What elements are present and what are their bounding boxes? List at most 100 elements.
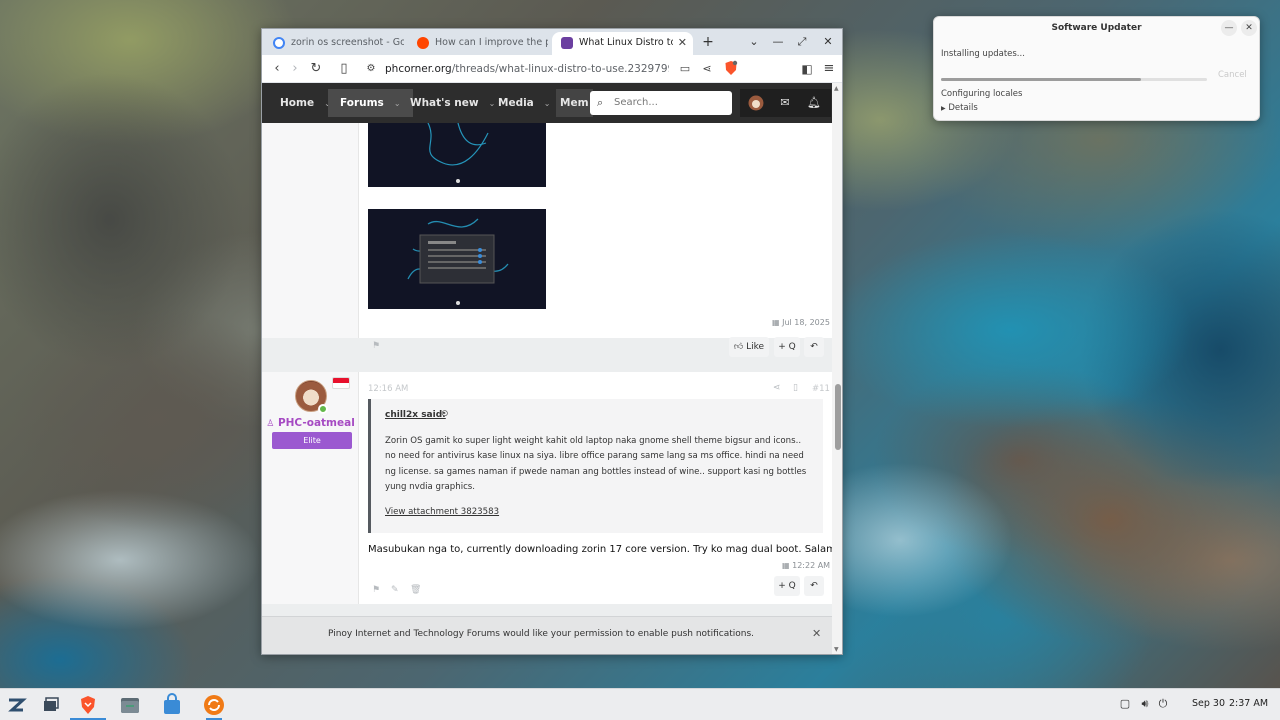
- post-number[interactable]: #11: [812, 384, 830, 394]
- report-flag-icon[interactable]: ⚑: [372, 341, 380, 351]
- calendar-icon: ▦: [782, 561, 793, 570]
- close-tab-icon[interactable]: ✕: [678, 32, 687, 54]
- quote-attachment-link[interactable]: View attachment 3823583: [385, 507, 499, 517]
- search-placeholder: Search...: [614, 97, 658, 108]
- files-icon[interactable]: [118, 693, 142, 717]
- site-settings-icon[interactable]: ⚙: [362, 60, 380, 78]
- attachment-thumbnail[interactable]: [368, 209, 546, 309]
- user-icon: ♙: [266, 419, 275, 429]
- post-username[interactable]: ♙ PHC-oatmeal: [262, 417, 359, 429]
- power-icon[interactable]: ⏻: [1156, 697, 1170, 711]
- post-oatmeal: ♙ PHC-oatmeal Elite 12:16 AM ⋖ ▯ #11 chi…: [262, 372, 832, 604]
- scroll-thumb[interactable]: [835, 384, 841, 450]
- reply-button[interactable]: ↶: [804, 337, 824, 357]
- reply-arrow-icon: ↶: [810, 342, 818, 352]
- share-icon[interactable]: ⋖: [698, 60, 716, 78]
- reply-arrow-icon: ↶: [810, 581, 818, 591]
- quote-button[interactable]: + Q: [774, 337, 800, 357]
- address-bar[interactable]: phcorner.org/threads/what-linux-distro-t…: [385, 61, 669, 77]
- quote-block: chill2x said: ⊙ Zorin OS gamit ko super …: [368, 399, 823, 533]
- tab-reddit[interactable]: How can I improve the perf: [408, 32, 548, 55]
- minimize-icon[interactable]: —: [770, 34, 786, 50]
- reload-icon[interactable]: ↻: [307, 60, 325, 78]
- bookmark-icon[interactable]: ▯: [335, 60, 353, 78]
- chevron-right-icon: ▶: [941, 105, 946, 112]
- cast-icon[interactable]: ▭: [676, 60, 694, 78]
- tab-google-search[interactable]: zorin os screenshot - Goog: [264, 32, 404, 55]
- avatar[interactable]: [742, 89, 770, 117]
- tab-phcorner-active[interactable]: What Linux Distro to use ✕: [552, 32, 693, 55]
- minimize-icon[interactable]: —: [1221, 20, 1237, 36]
- forward-icon[interactable]: ›: [286, 60, 304, 78]
- browser-window: zorin os screenshot - Goog How can I imp…: [261, 28, 843, 655]
- report-flag-icon[interactable]: ⚑: [372, 585, 380, 595]
- sidebar-toggle-icon[interactable]: ◧: [798, 60, 816, 78]
- quote-author[interactable]: chill2x said:: [385, 410, 446, 420]
- page-scrollbar[interactable]: ▲ ▼: [832, 83, 842, 654]
- workspaces-icon[interactable]: [38, 693, 62, 717]
- tab-label: zorin os screenshot - Goog: [291, 37, 404, 48]
- brave-browser-icon[interactable]: [76, 693, 100, 717]
- close-icon[interactable]: ✕: [812, 627, 821, 640]
- window-icon[interactable]: ▢: [1118, 697, 1132, 710]
- url-host: phcorner.org: [385, 63, 452, 75]
- chevron-down-icon[interactable]: ⌄: [544, 99, 551, 108]
- attachment-thumbnail[interactable]: [368, 123, 546, 187]
- edited-time-text: 12:22 AM: [792, 561, 831, 570]
- browser-toolbar: ‹ › ↻ ▯ ⚙ phcorner.org/threads/what-linu…: [262, 55, 842, 83]
- volume-icon[interactable]: 🔊︎: [1138, 697, 1152, 711]
- close-window-icon[interactable]: ✕: [820, 34, 836, 50]
- reply-button[interactable]: ↶: [804, 576, 824, 596]
- url-path: /threads/what-linux-distro-to-use.232979…: [451, 63, 669, 75]
- cancel-button[interactable]: Cancel: [1218, 70, 1247, 80]
- push-notification-banner: Pinoy Internet and Technology Forums wou…: [262, 616, 836, 654]
- notification-text: Pinoy Internet and Technology Forums wou…: [327, 629, 754, 639]
- post-date: ▦ Jul 18, 2025: [772, 318, 830, 327]
- clock-date[interactable]: Sep 30: [1192, 698, 1225, 709]
- like-label: Like: [746, 342, 765, 352]
- quote-button[interactable]: + Q: [774, 576, 800, 596]
- zorin-menu-icon[interactable]: [4, 693, 28, 717]
- updater-status: Installing updates...: [941, 49, 1025, 59]
- tab-list-chevron-icon[interactable]: ⌄: [746, 34, 762, 50]
- quote-body: Zorin OS gamit ko super light weight kah…: [385, 436, 807, 492]
- bookmark-icon[interactable]: ▯: [793, 383, 798, 393]
- edit-icon[interactable]: ✎: [391, 585, 399, 595]
- nav-media[interactable]: Media ⌄: [486, 89, 562, 117]
- software-store-icon[interactable]: [160, 693, 184, 717]
- inbox-icon[interactable]: ✉: [771, 89, 799, 117]
- nav-label: Home: [280, 97, 315, 109]
- back-icon[interactable]: ‹: [268, 60, 286, 78]
- tab-strip: zorin os screenshot - Goog How can I imp…: [262, 29, 842, 55]
- singapore-flag-icon: [332, 377, 350, 389]
- clock-time[interactable]: 2:37 AM: [1229, 698, 1268, 709]
- jump-to-quote-icon[interactable]: ⊙: [441, 409, 449, 419]
- post-aside: [262, 123, 359, 338]
- bell-icon[interactable]: 🔔︎: [800, 89, 828, 117]
- like-button[interactable]: 👍︎ Like: [729, 337, 769, 357]
- phcorner-icon: [561, 37, 573, 49]
- menu-icon[interactable]: ≡: [820, 60, 838, 78]
- scroll-up-icon[interactable]: ▲: [834, 85, 839, 92]
- thumbs-up-icon: 👍︎: [733, 342, 747, 352]
- details-expander[interactable]: ▶ Details: [941, 103, 978, 113]
- brave-shields-icon[interactable]: [722, 60, 740, 78]
- share-icon[interactable]: ⋖: [773, 383, 781, 393]
- online-status-icon: [318, 404, 328, 414]
- search-input[interactable]: ⌕ Search...: [590, 91, 732, 115]
- reddit-icon: [417, 37, 429, 49]
- post-body: Masubukan nga to, currently downloading …: [368, 544, 832, 555]
- calendar-icon: ▦: [772, 318, 783, 327]
- scroll-down-icon[interactable]: ▼: [834, 646, 839, 653]
- software-updater-icon[interactable]: [202, 693, 226, 717]
- username-text: PHC-oatmeal: [277, 417, 355, 429]
- forum-nav: Home⌄ Forums⌄ What's new⌄ Media⌄ Mem ⌕ S…: [262, 83, 832, 123]
- nav-members-truncated[interactable]: Mem: [556, 89, 593, 117]
- edited-time: ▦ 12:22 AM: [782, 561, 830, 570]
- maximize-icon[interactable]: ⤢: [794, 34, 810, 50]
- post-time[interactable]: 12:16 AM: [368, 384, 408, 394]
- close-icon[interactable]: ✕: [1241, 20, 1257, 36]
- delete-icon[interactable]: 🗑︎: [410, 585, 421, 595]
- account-area: ✉ 🔔︎: [740, 89, 831, 117]
- new-tab-button[interactable]: +: [700, 34, 716, 50]
